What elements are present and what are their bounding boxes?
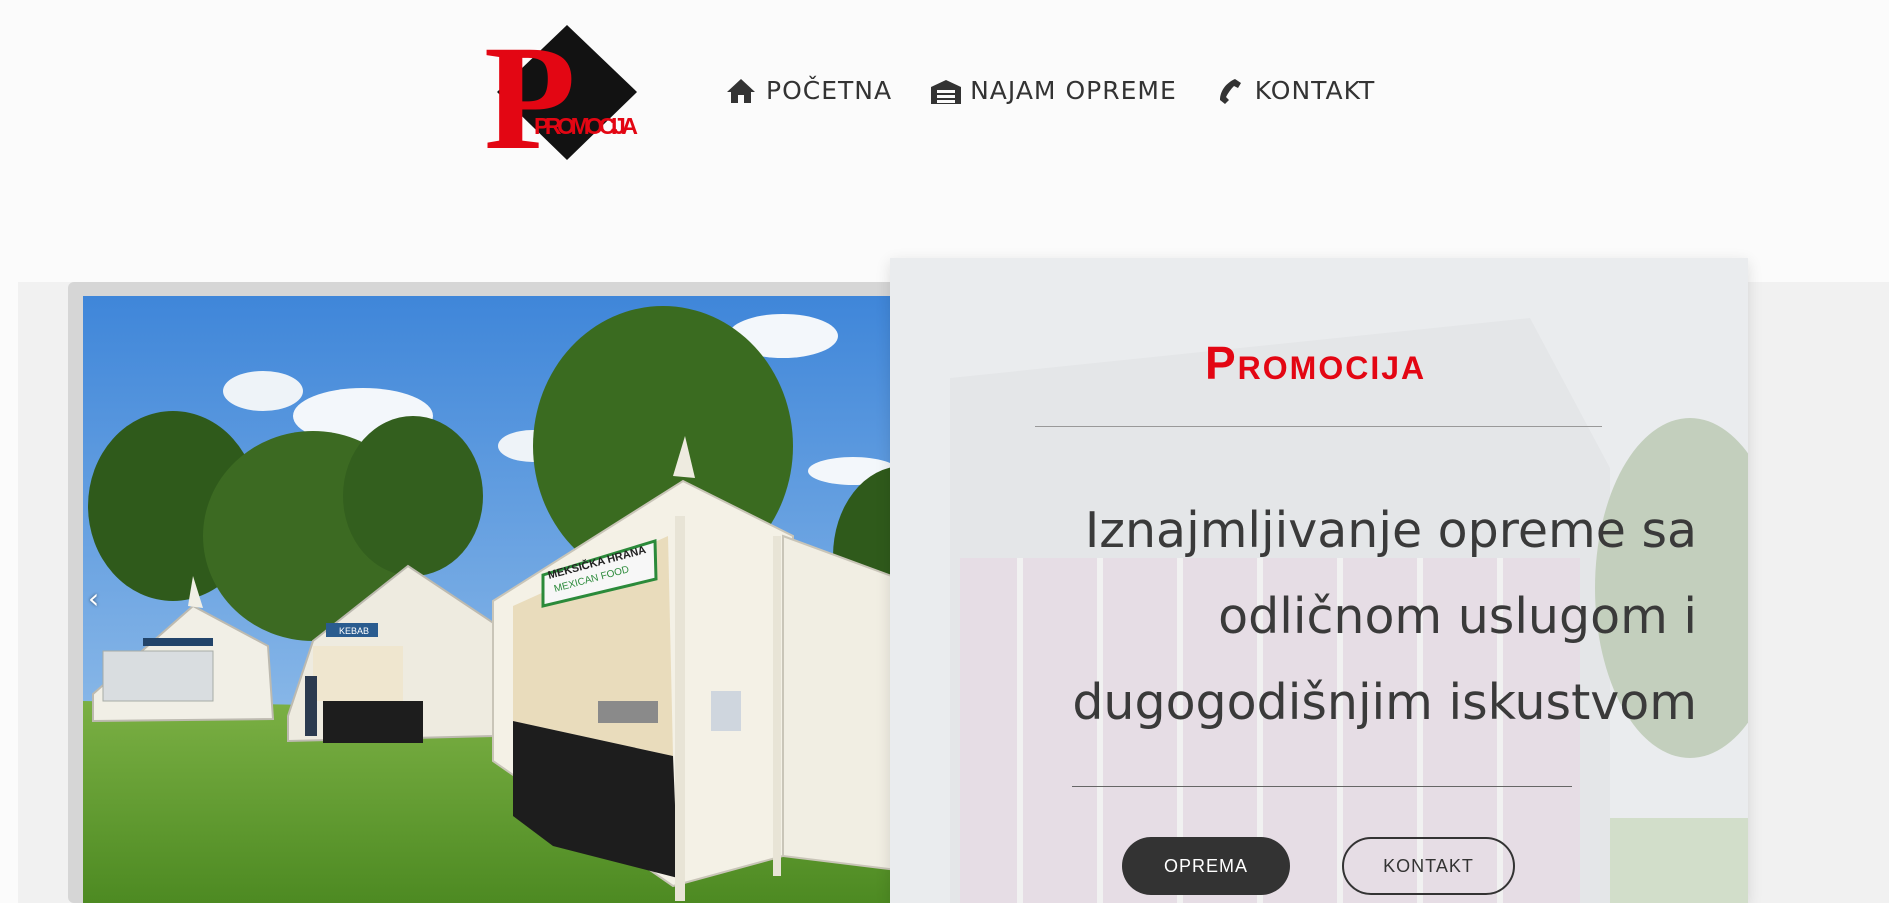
main-nav: POČETNA NAJAM OPREME KONTAKT — [726, 76, 1413, 105]
nav-label-najam-opreme: NAJAM OPREME — [970, 76, 1177, 105]
nav-item-kontakt[interactable]: KONTAKT — [1215, 76, 1376, 105]
garage-icon — [930, 77, 962, 105]
nav-label-pocetna: POČETNA — [766, 76, 893, 105]
nav-label-kontakt: KONTAKT — [1254, 76, 1376, 105]
nav-item-najam-opreme[interactable]: NAJAM OPREME — [930, 76, 1177, 105]
kontakt-button[interactable]: KONTAKT — [1342, 837, 1515, 895]
hero-tagline-line-3: dugogodišnjim iskustvom — [1072, 674, 1697, 731]
home-icon — [726, 77, 756, 105]
hero-divider-bottom — [1072, 786, 1572, 787]
svg-text:P: P — [484, 20, 576, 165]
site-header: P PROMOCIJA POČETNA NAJAM OPREME KONTAKT — [0, 0, 1889, 200]
hero-divider-top — [1035, 426, 1602, 427]
slider-prev-arrow[interactable]: ‹ — [88, 582, 99, 615]
hero-brand-title: Promocija — [1205, 337, 1427, 389]
phone-icon — [1215, 77, 1245, 105]
hero-tagline: Iznajmljivanje opreme sa odličnom uslugo… — [1050, 488, 1697, 746]
promocija-logo[interactable]: P PROMOCIJA — [482, 15, 644, 181]
svg-text:KEBAB: KEBAB — [339, 626, 369, 636]
nav-item-pocetna[interactable]: POČETNA — [726, 76, 892, 105]
svg-text:PROMOCIJA: PROMOCIJA — [534, 113, 638, 139]
hero-tagline-line-1: Iznajmljivanje opreme sa — [1084, 502, 1697, 559]
slider-image-tents[interactable]: KEBAB MEKSIČKA HRANA MEXICAN FOOD — [83, 296, 946, 903]
hero-tagline-line-2: odličnom uslugom i — [1218, 588, 1697, 645]
oprema-button[interactable]: OPREMA — [1122, 837, 1290, 895]
